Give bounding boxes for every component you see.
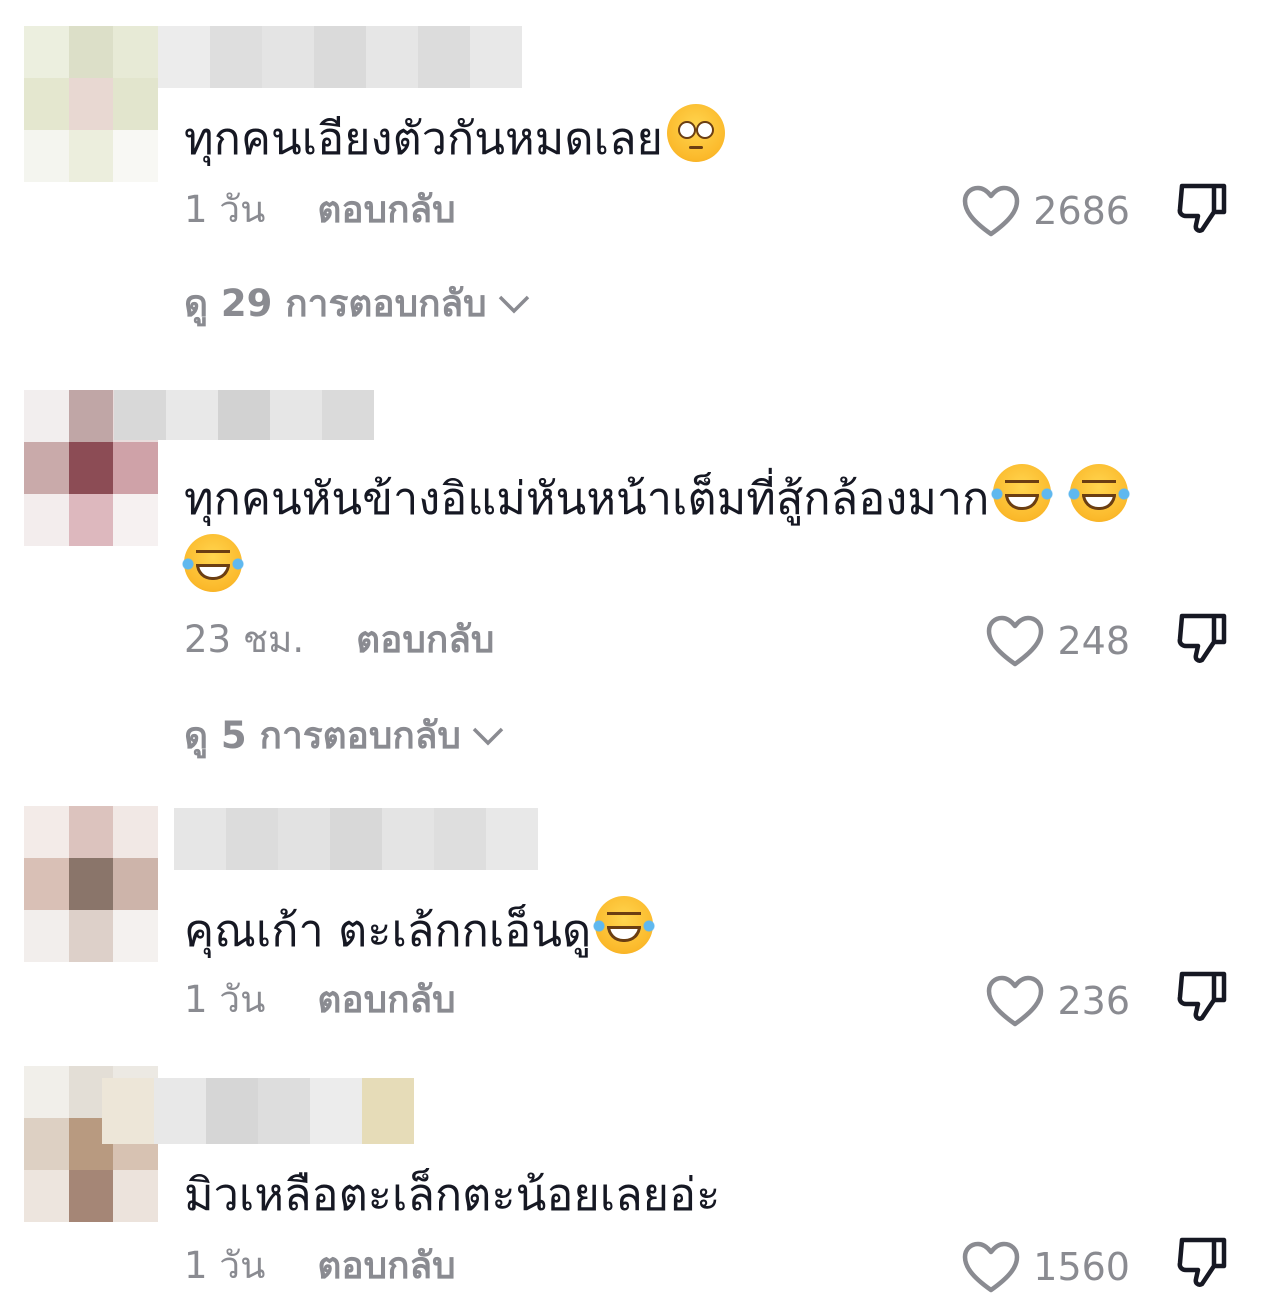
comment-time: 1 วัน (184, 1244, 266, 1287)
tears-of-joy-emoji-icon (591, 896, 658, 954)
comment-text: มิวเหลือตะเล็กตะน้อยเลยอ่ะ (184, 1160, 1240, 1230)
flushed-face-emoji-icon (666, 104, 725, 162)
like-button[interactable]: 1560 (961, 1240, 1130, 1294)
dislike-icon[interactable] (1174, 610, 1232, 668)
comment-text: คุณเก้า ตะเล้กกเอ็นดู (184, 896, 1240, 966)
dislike-icon[interactable] (1174, 180, 1232, 238)
view-replies-label: ดู 29 การตอบกลับ (184, 282, 487, 325)
like-count: 2686 (1033, 189, 1130, 233)
comment-time: 1 วัน (184, 188, 266, 231)
avatar[interactable] (24, 26, 158, 182)
like-count: 1560 (1033, 1245, 1130, 1289)
chevron-down-icon (472, 727, 504, 746)
comment-text-content: ทุกคนหันข้างอิแม่หันหน้าเต็มที่สู้กล้องม… (184, 472, 990, 525)
avatar[interactable] (24, 806, 158, 962)
comment-time: 23 ชม. (184, 618, 305, 661)
heart-icon (963, 185, 1020, 237)
dislike-icon[interactable] (1174, 968, 1232, 1026)
like-button[interactable]: 236 (985, 974, 1130, 1028)
username-blurred[interactable] (174, 808, 538, 870)
heart-icon (987, 615, 1044, 667)
like-button[interactable]: 2686 (961, 184, 1130, 238)
heart-icon (963, 1241, 1020, 1293)
comment-text-content: คุณเก้า ตะเล้กกเอ็นดู (184, 904, 592, 957)
comment-time: 1 วัน (184, 978, 266, 1021)
username-blurred[interactable] (158, 26, 522, 88)
tears-of-joy-emoji-icon (1065, 464, 1132, 522)
comment-text-content: มิวเหลือตะเล็กตะน้อยเลยอ่ะ (184, 1168, 721, 1221)
comment-meta: 1 วัน ตอบกลับ (184, 188, 456, 232)
comment-text: ทุกคนเอียงตัวกันหมดเลย (184, 104, 1240, 174)
username-blurred[interactable] (114, 390, 374, 440)
reply-button[interactable]: ตอบกลับ (356, 618, 494, 661)
dislike-icon[interactable] (1174, 1234, 1232, 1292)
view-replies-button[interactable]: ดู 29 การตอบกลับ (184, 282, 531, 326)
chevron-down-icon (498, 295, 529, 314)
heart-icon (987, 975, 1044, 1027)
tears-of-joy-emoji-icon (989, 464, 1056, 522)
reply-button[interactable]: ตอบกลับ (317, 188, 455, 231)
reply-button[interactable]: ตอบกลับ (317, 1244, 455, 1287)
reply-button[interactable]: ตอบกลับ (317, 978, 455, 1021)
like-count: 248 (1057, 619, 1130, 663)
comment-meta: 23 ชม. ตอบกลับ (184, 618, 494, 662)
comment-text: ทุกคนหันข้างอิแม่หันหน้าเต็มที่สู้กล้องม… (180, 464, 1240, 604)
view-replies-button[interactable]: ดู 5 การตอบกลับ (184, 714, 505, 758)
username-blurred[interactable] (102, 1078, 414, 1144)
tears-of-joy-emoji-icon (180, 534, 246, 592)
view-replies-label: ดู 5 การตอบกลับ (184, 714, 461, 757)
comment-text-content: ทุกคนเอียงตัวกันหมดเลย (184, 112, 663, 165)
comment-meta: 1 วัน ตอบกลับ (184, 1244, 456, 1288)
comment-meta: 1 วัน ตอบกลับ (184, 978, 456, 1022)
like-count: 236 (1057, 979, 1130, 1023)
like-button[interactable]: 248 (985, 614, 1130, 668)
